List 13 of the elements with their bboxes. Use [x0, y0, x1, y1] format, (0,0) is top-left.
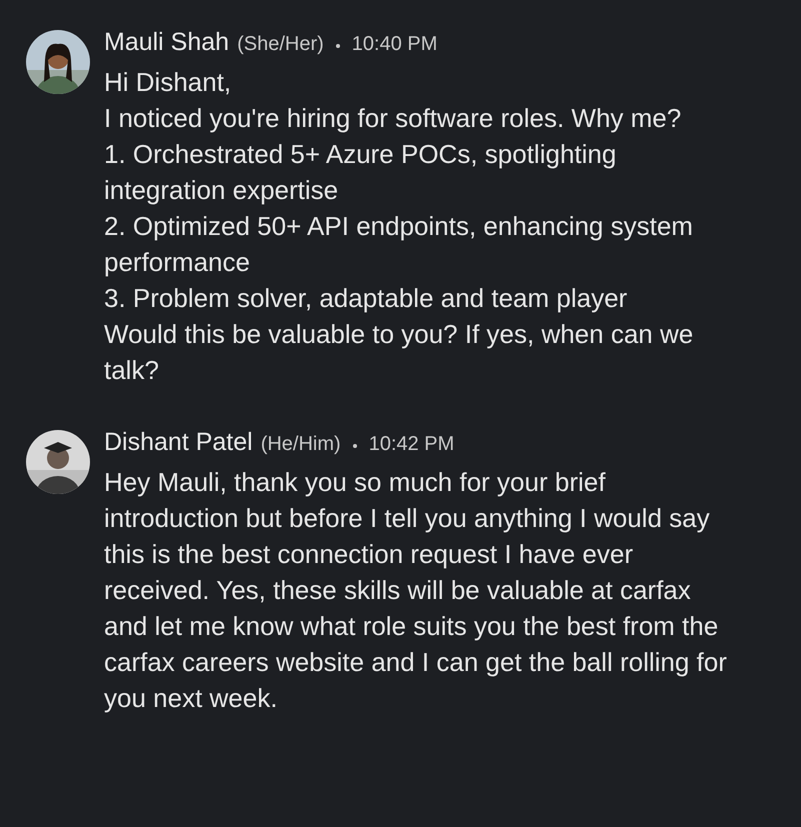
sender-name[interactable]: Dishant Patel: [104, 428, 253, 457]
message-text: Hi Dishant,: [104, 66, 232, 99]
message-text: 1. Orchestrated 5+ Azure POCs, spotlighting integration expertise: [104, 138, 618, 207]
message-text: Hey Mauli, thank you so much for your brief introduction but before I tell you anything I would say this is the best connection request I have ever received. Yes, these skills will be valuable at carfax and let me know what role suits you the best from the carfax careers website and I can get the ball rolling for you next week.: [104, 466, 728, 715]
message-text: 3. Problem solver, adaptable and team player: [104, 282, 628, 315]
message-text: 2. Optimized 50+ API endpoints, enhancing system performance: [104, 210, 694, 279]
pronouns: (He/Him): [260, 433, 341, 456]
message-text: Would this be valuable to you? If yes, when can we talk?: [104, 318, 694, 387]
message-time: 10:42 PM: [368, 433, 454, 456]
pronouns: (She/Her): [237, 33, 324, 56]
sender-name[interactable]: Mauli Shah: [104, 28, 230, 57]
message-text: I noticed you're hiring for software roles. Why me?: [104, 102, 682, 135]
message-time: 10:40 PM: [352, 33, 438, 56]
